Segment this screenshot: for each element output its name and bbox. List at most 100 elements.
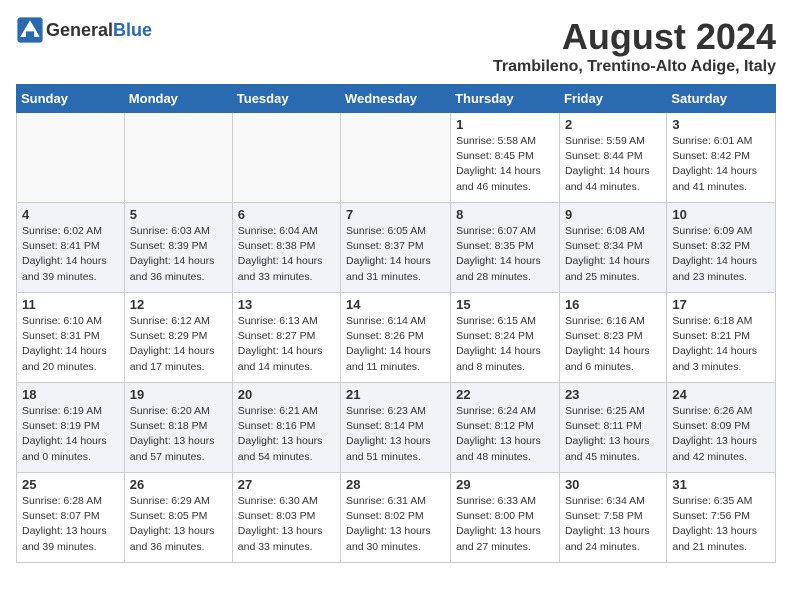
calendar-cell: 31Sunrise: 6:35 AM Sunset: 7:56 PM Dayli… (667, 473, 776, 563)
day-number: 15 (456, 297, 554, 312)
day-info: Sunrise: 6:03 AM Sunset: 8:39 PM Dayligh… (130, 224, 227, 285)
day-number: 4 (22, 207, 119, 222)
weekday-header: Sunday (17, 85, 125, 113)
day-info: Sunrise: 6:23 AM Sunset: 8:14 PM Dayligh… (346, 404, 445, 465)
calendar-cell: 2Sunrise: 5:59 AM Sunset: 8:44 PM Daylig… (559, 113, 666, 203)
day-info: Sunrise: 6:29 AM Sunset: 8:05 PM Dayligh… (130, 494, 227, 555)
calendar-cell: 27 Sunrise: 6:30 AM Sunset: 8:03 PM Dayli… (232, 473, 340, 563)
day-info: Sunrise: 6:04 AM Sunset: 8:38 PM Dayligh… (238, 224, 335, 285)
calendar-table: SundayMondayTuesdayWednesdayThursdayFrid… (16, 84, 776, 563)
calendar-cell: 10Sunrise: 6:09 AM Sunset: 8:32 PM Dayli… (667, 203, 776, 293)
calendar-cell: 4 Sunrise: 6:02 AM Sunset: 8:41 PM Daylig… (17, 203, 125, 293)
day-number: 6 (238, 207, 335, 222)
logo-icon (16, 16, 44, 44)
calendar-cell: 24 Sunrise: 6:26 AM Sunset: 8:09 PM Dayli… (667, 383, 776, 473)
calendar-cell (124, 113, 232, 203)
day-number: 5 (130, 207, 227, 222)
calendar-cell: 5 Sunrise: 6:03 AM Sunset: 8:39 PM Daylig… (124, 203, 232, 293)
calendar-cell: 3 Sunrise: 6:01 AM Sunset: 8:42 PM Daylig… (667, 113, 776, 203)
day-number: 30 (565, 477, 661, 492)
day-number: 31 (672, 477, 770, 492)
day-info: Sunrise: 6:28 AM Sunset: 8:07 PM Dayligh… (22, 494, 119, 555)
day-info: Sunrise: 6:31 AM Sunset: 8:02 PM Dayligh… (346, 494, 445, 555)
month-year-title: August 2024 (493, 16, 776, 58)
day-number: 29 (456, 477, 554, 492)
logo-general: General (46, 20, 113, 40)
weekday-header: Thursday (451, 85, 560, 113)
day-info: Sunrise: 6:01 AM Sunset: 8:42 PM Dayligh… (672, 134, 770, 195)
day-info: Sunrise: 6:26 AM Sunset: 8:09 PM Dayligh… (672, 404, 770, 465)
weekday-header: Friday (559, 85, 666, 113)
calendar-cell (341, 113, 451, 203)
day-number: 27 (238, 477, 335, 492)
day-number: 21 (346, 387, 445, 402)
calendar-cell: 18 Sunrise: 6:19 AM Sunset: 8:19 PM Dayli… (17, 383, 125, 473)
title-block: August 2024 Trambileno, Trentino-Alto Ad… (493, 16, 776, 76)
weekday-header: Saturday (667, 85, 776, 113)
calendar-cell (17, 113, 125, 203)
calendar-cell: 29 Sunrise: 6:33 AM Sunset: 8:00 PM Dayli… (451, 473, 560, 563)
day-info: Sunrise: 6:09 AM Sunset: 8:32 PM Dayligh… (672, 224, 770, 285)
day-number: 18 (22, 387, 119, 402)
calendar-cell: 11Sunrise: 6:10 AM Sunset: 8:31 PM Dayli… (17, 293, 125, 383)
calendar-cell: 21 Sunrise: 6:23 AM Sunset: 8:14 PM Dayli… (341, 383, 451, 473)
calendar-header: SundayMondayTuesdayWednesdayThursdayFrid… (17, 85, 776, 113)
day-info: Sunrise: 6:19 AM Sunset: 8:19 PM Dayligh… (22, 404, 119, 465)
day-info: Sunrise: 6:05 AM Sunset: 8:37 PM Dayligh… (346, 224, 445, 285)
page-header: GeneralBlue August 2024 Trambileno, Tren… (16, 16, 776, 76)
calendar-cell: 7 Sunrise: 6:05 AM Sunset: 8:37 PM Daylig… (341, 203, 451, 293)
day-number: 16 (565, 297, 661, 312)
day-number: 23 (565, 387, 661, 402)
calendar-cell: 30 Sunrise: 6:34 AM Sunset: 7:58 PM Dayli… (559, 473, 666, 563)
day-info: Sunrise: 6:10 AM Sunset: 8:31 PM Dayligh… (22, 314, 119, 375)
day-info: Sunrise: 6:20 AM Sunset: 8:18 PM Dayligh… (130, 404, 227, 465)
calendar-cell: 17 Sunrise: 6:18 AM Sunset: 8:21 PM Dayli… (667, 293, 776, 383)
day-number: 8 (456, 207, 554, 222)
calendar-cell: 26 Sunrise: 6:29 AM Sunset: 8:05 PM Dayli… (124, 473, 232, 563)
day-info: Sunrise: 6:34 AM Sunset: 7:58 PM Dayligh… (565, 494, 661, 555)
day-number: 22 (456, 387, 554, 402)
day-number: 3 (672, 117, 770, 132)
day-info: Sunrise: 6:15 AM Sunset: 8:24 PM Dayligh… (456, 314, 554, 375)
day-number: 25 (22, 477, 119, 492)
day-info: Sunrise: 6:16 AM Sunset: 8:23 PM Dayligh… (565, 314, 661, 375)
day-number: 14 (346, 297, 445, 312)
day-info: Sunrise: 6:30 AM Sunset: 8:03 PM Dayligh… (238, 494, 335, 555)
day-info: Sunrise: 6:33 AM Sunset: 8:00 PM Dayligh… (456, 494, 554, 555)
calendar-cell: 20Sunrise: 6:21 AM Sunset: 8:16 PM Dayli… (232, 383, 340, 473)
day-number: 13 (238, 297, 335, 312)
calendar-cell: 25 Sunrise: 6:28 AM Sunset: 8:07 PM Dayli… (17, 473, 125, 563)
weekday-header: Tuesday (232, 85, 340, 113)
day-info: Sunrise: 6:02 AM Sunset: 8:41 PM Dayligh… (22, 224, 119, 285)
day-info: Sunrise: 6:25 AM Sunset: 8:11 PM Dayligh… (565, 404, 661, 465)
calendar-cell: 8 Sunrise: 6:07 AM Sunset: 8:35 PM Daylig… (451, 203, 560, 293)
day-number: 26 (130, 477, 227, 492)
calendar-cell (232, 113, 340, 203)
day-info: Sunrise: 6:18 AM Sunset: 8:21 PM Dayligh… (672, 314, 770, 375)
calendar-cell: 19Sunrise: 6:20 AM Sunset: 8:18 PM Dayli… (124, 383, 232, 473)
logo-blue: Blue (113, 20, 152, 40)
calendar-body: 1Sunrise: 5:58 AM Sunset: 8:45 PM Daylig… (17, 113, 776, 563)
day-info: Sunrise: 6:24 AM Sunset: 8:12 PM Dayligh… (456, 404, 554, 465)
calendar-cell: 23 Sunrise: 6:25 AM Sunset: 8:11 PM Dayli… (559, 383, 666, 473)
calendar-cell: 15 Sunrise: 6:15 AM Sunset: 8:24 PM Dayli… (451, 293, 560, 383)
day-info: Sunrise: 5:58 AM Sunset: 8:45 PM Dayligh… (456, 134, 554, 195)
weekday-header: Monday (124, 85, 232, 113)
day-number: 7 (346, 207, 445, 222)
day-info: Sunrise: 6:12 AM Sunset: 8:29 PM Dayligh… (130, 314, 227, 375)
day-number: 17 (672, 297, 770, 312)
day-number: 24 (672, 387, 770, 402)
calendar-cell: 1Sunrise: 5:58 AM Sunset: 8:45 PM Daylig… (451, 113, 560, 203)
day-number: 2 (565, 117, 661, 132)
day-number: 28 (346, 477, 445, 492)
calendar-cell: 6 Sunrise: 6:04 AM Sunset: 8:38 PM Daylig… (232, 203, 340, 293)
day-info: Sunrise: 6:07 AM Sunset: 8:35 PM Dayligh… (456, 224, 554, 285)
day-number: 12 (130, 297, 227, 312)
day-info: Sunrise: 6:13 AM Sunset: 8:27 PM Dayligh… (238, 314, 335, 375)
day-info: Sunrise: 6:21 AM Sunset: 8:16 PM Dayligh… (238, 404, 335, 465)
logo: GeneralBlue (16, 16, 152, 44)
weekday-header: Wednesday (341, 85, 451, 113)
calendar-cell: 14Sunrise: 6:14 AM Sunset: 8:26 PM Dayli… (341, 293, 451, 383)
calendar-cell: 16 Sunrise: 6:16 AM Sunset: 8:23 PM Dayli… (559, 293, 666, 383)
day-number: 9 (565, 207, 661, 222)
